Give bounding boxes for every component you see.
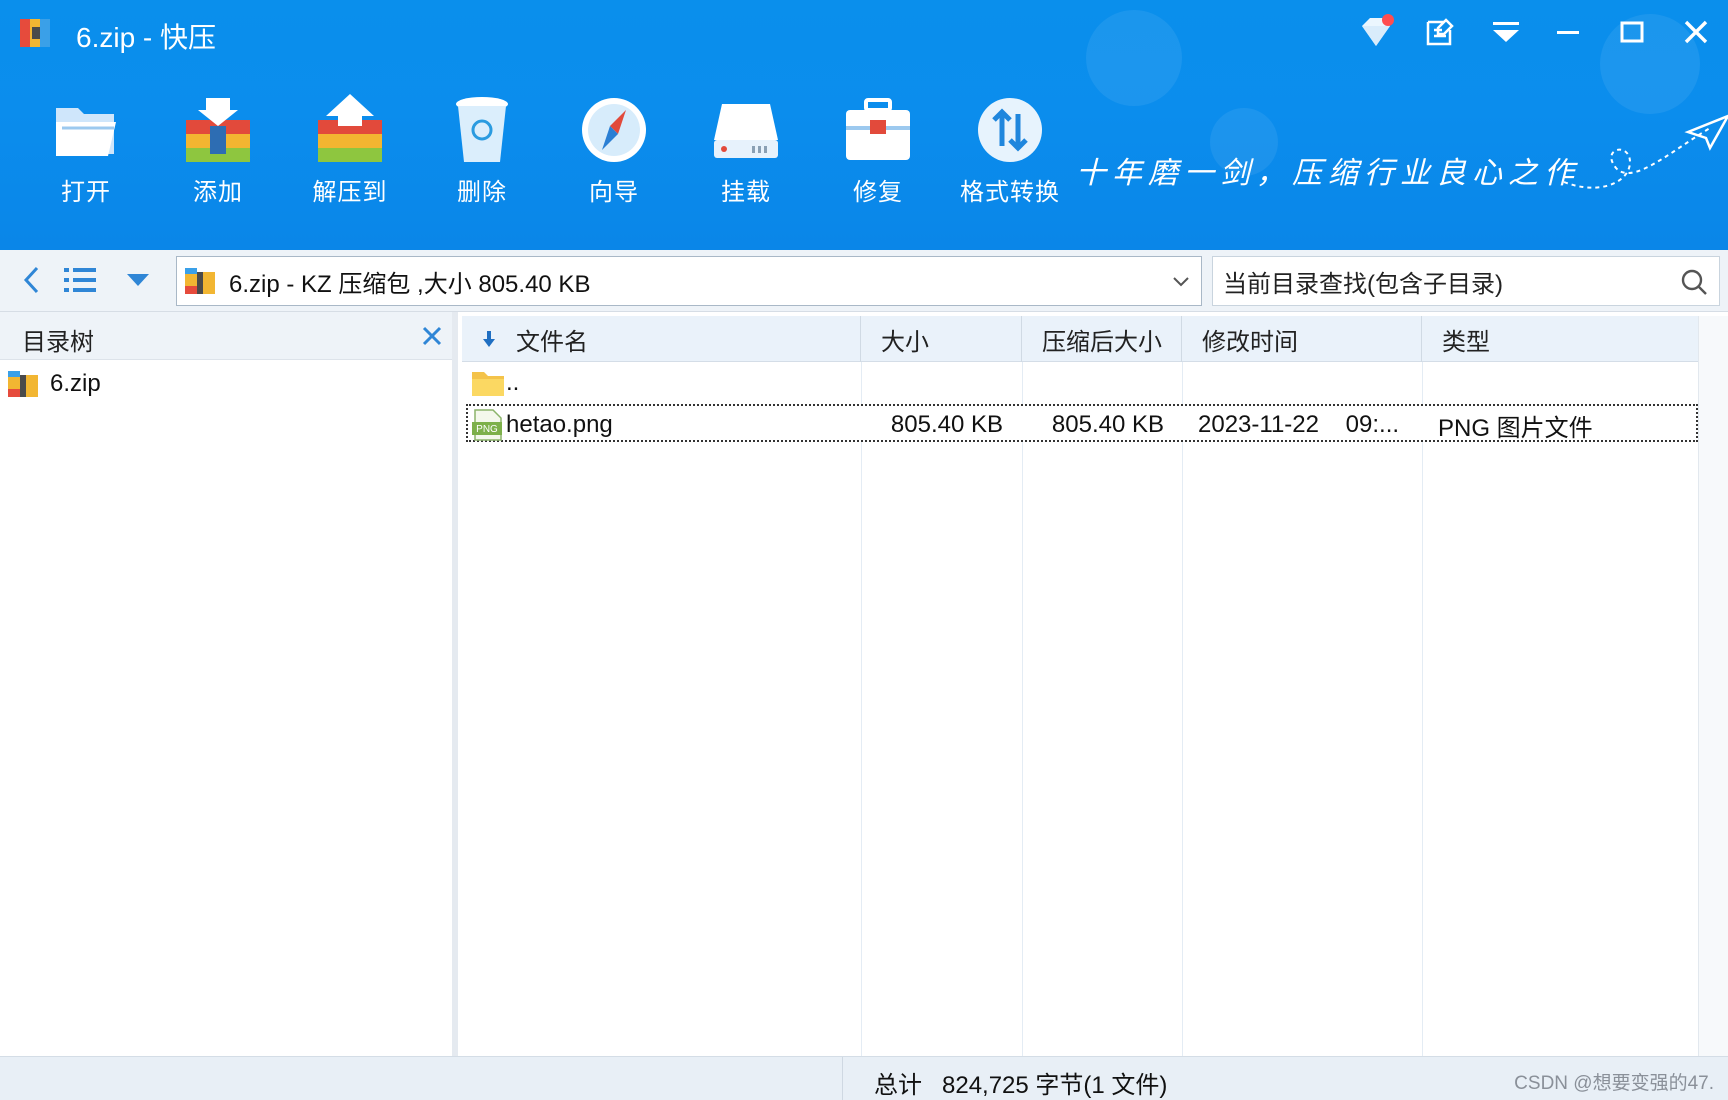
convert-icon xyxy=(978,98,1042,162)
column-header-modified[interactable]: 修改时间 xyxy=(1182,316,1422,362)
window-title: 6.zip - 快压 xyxy=(76,22,217,53)
wizard-button-label: 向导 xyxy=(589,179,639,206)
compass-icon xyxy=(582,98,646,162)
column-divider xyxy=(1022,362,1023,1056)
file-name: .. xyxy=(506,369,520,396)
minimize-icon[interactable] xyxy=(1546,12,1590,52)
close-icon[interactable] xyxy=(416,320,448,352)
menu-icon[interactable] xyxy=(1484,12,1528,52)
recycle-bin-icon xyxy=(456,97,508,162)
open-folder-icon xyxy=(56,108,116,156)
toolbar: 打开 添加 解压到 删除 向导 挂载 修复 格式转换 xyxy=(0,92,1080,212)
mount-button-label: 挂载 xyxy=(721,179,771,206)
title-bar[interactable]: 6.zip - 快压 xyxy=(0,0,1728,66)
back-button[interactable] xyxy=(12,260,52,300)
status-divider xyxy=(842,1057,843,1100)
drive-icon xyxy=(714,104,778,158)
maximize-icon[interactable] xyxy=(1610,12,1654,52)
delete-button[interactable]: 删除 xyxy=(422,92,542,212)
toolbox-icon xyxy=(846,98,910,160)
delete-button-label: 删除 xyxy=(457,179,507,206)
svg-text:PNG: PNG xyxy=(476,424,498,435)
column-label-size: 大小 xyxy=(881,328,929,356)
cell-type: PNG 图片文件 xyxy=(1438,414,1593,442)
folder-icon xyxy=(472,372,504,396)
extract-button[interactable]: 解压到 xyxy=(290,92,410,212)
sort-down-icon xyxy=(483,331,495,347)
address-text: 6.zip - KZ 压缩包 ,大小 805.40 KB xyxy=(229,270,591,298)
convert-button-label: 格式转换 xyxy=(960,179,1060,206)
column-label-packed: 压缩后大小 xyxy=(1042,328,1162,356)
search-input[interactable]: 当前目录查找(包含子目录) xyxy=(1212,256,1720,306)
add-archive-icon xyxy=(186,98,250,162)
status-summary: 总计 824,725 字节(1 文件) xyxy=(874,1072,1168,1099)
premium-icon[interactable] xyxy=(1354,12,1398,52)
view-dropdown-button[interactable] xyxy=(118,260,158,300)
directory-tree-pane: 目录树 6.zip xyxy=(0,312,458,1056)
cell-name: PNG hetao.png xyxy=(470,406,864,444)
cell-packed-size: 805.40 KB xyxy=(1051,411,1164,438)
view-list-button[interactable] xyxy=(60,260,100,300)
slogan: 十年磨一剑，压缩行业良心之作 xyxy=(1076,156,1580,191)
extract-archive-icon xyxy=(318,94,382,162)
add-button[interactable]: 添加 xyxy=(158,92,278,212)
feedback-icon[interactable] xyxy=(1418,12,1462,52)
column-header-packed[interactable]: 压缩后大小 xyxy=(1022,316,1182,362)
file-list-pane: 文件名 大小 压缩后大小 修改时间 类型 .. PNG hetao.png 80… xyxy=(462,312,1728,1056)
paper-plane-icon xyxy=(1563,114,1728,189)
chevron-down-icon[interactable] xyxy=(1167,269,1195,295)
table-row-parent[interactable]: .. xyxy=(466,364,1698,402)
mount-button[interactable]: 挂载 xyxy=(686,92,806,212)
zip-archive-icon xyxy=(185,268,215,294)
watermark: CSDN @想要变强的47. xyxy=(1514,1073,1714,1094)
column-header-type[interactable]: 类型 xyxy=(1422,316,1698,362)
png-file-icon: PNG xyxy=(472,409,502,441)
close-icon[interactable] xyxy=(1674,12,1718,52)
add-button-label: 添加 xyxy=(193,179,243,206)
app-logo-icon xyxy=(20,19,50,47)
address-bar[interactable]: 6.zip - KZ 压缩包 ,大小 805.40 KB xyxy=(176,256,1202,306)
column-label-modified: 修改时间 xyxy=(1202,328,1298,356)
cell-name: .. xyxy=(470,364,860,402)
vertical-scrollbar[interactable] xyxy=(1698,316,1728,1056)
tree-header: 目录树 xyxy=(0,312,452,360)
column-header-name[interactable]: 文件名 xyxy=(462,316,861,362)
cell-modified: 2023-11-22 09:... xyxy=(1198,411,1400,438)
column-header-size[interactable]: 大小 xyxy=(861,316,1022,362)
zip-archive-icon xyxy=(8,371,38,397)
open-button-label: 打开 xyxy=(61,179,111,206)
tree-title: 目录树 xyxy=(22,329,94,356)
file-list-header: 文件名 大小 压缩后大小 修改时间 类型 xyxy=(462,316,1698,362)
tree-item-label: 6.zip xyxy=(50,370,101,397)
repair-button[interactable]: 修复 xyxy=(818,92,938,212)
column-label-name: 文件名 xyxy=(516,328,588,356)
address-toolbar: 6.zip - KZ 压缩包 ,大小 805.40 KB 当前目录查找(包含子目… xyxy=(0,250,1728,312)
search-placeholder: 当前目录查找(包含子目录) xyxy=(1223,270,1503,298)
extract-button-label: 解压到 xyxy=(312,179,388,206)
column-divider xyxy=(1182,362,1183,1056)
tree-item-root[interactable]: 6.zip xyxy=(6,366,101,402)
column-label-type: 类型 xyxy=(1442,328,1490,356)
status-bar: 总计 824,725 字节(1 文件) CSDN @想要变强的47. xyxy=(0,1056,1728,1100)
search-icon[interactable] xyxy=(1679,267,1709,297)
column-divider xyxy=(1422,362,1423,1056)
column-divider xyxy=(861,362,862,1056)
app-header: 6.zip - 快压 打开 添加 解压到 删除 向导 挂载 修复 格式转换 十年… xyxy=(0,0,1728,250)
file-name: hetao.png xyxy=(506,411,613,438)
table-row[interactable]: PNG hetao.png 805.40 KB 805.40 KB 2023-1… xyxy=(466,404,1698,442)
wizard-button[interactable]: 向导 xyxy=(554,92,674,212)
convert-button[interactable]: 格式转换 xyxy=(950,92,1070,212)
open-button[interactable]: 打开 xyxy=(26,92,146,212)
cell-size: 805.40 KB xyxy=(890,411,1003,438)
repair-button-label: 修复 xyxy=(853,179,903,206)
